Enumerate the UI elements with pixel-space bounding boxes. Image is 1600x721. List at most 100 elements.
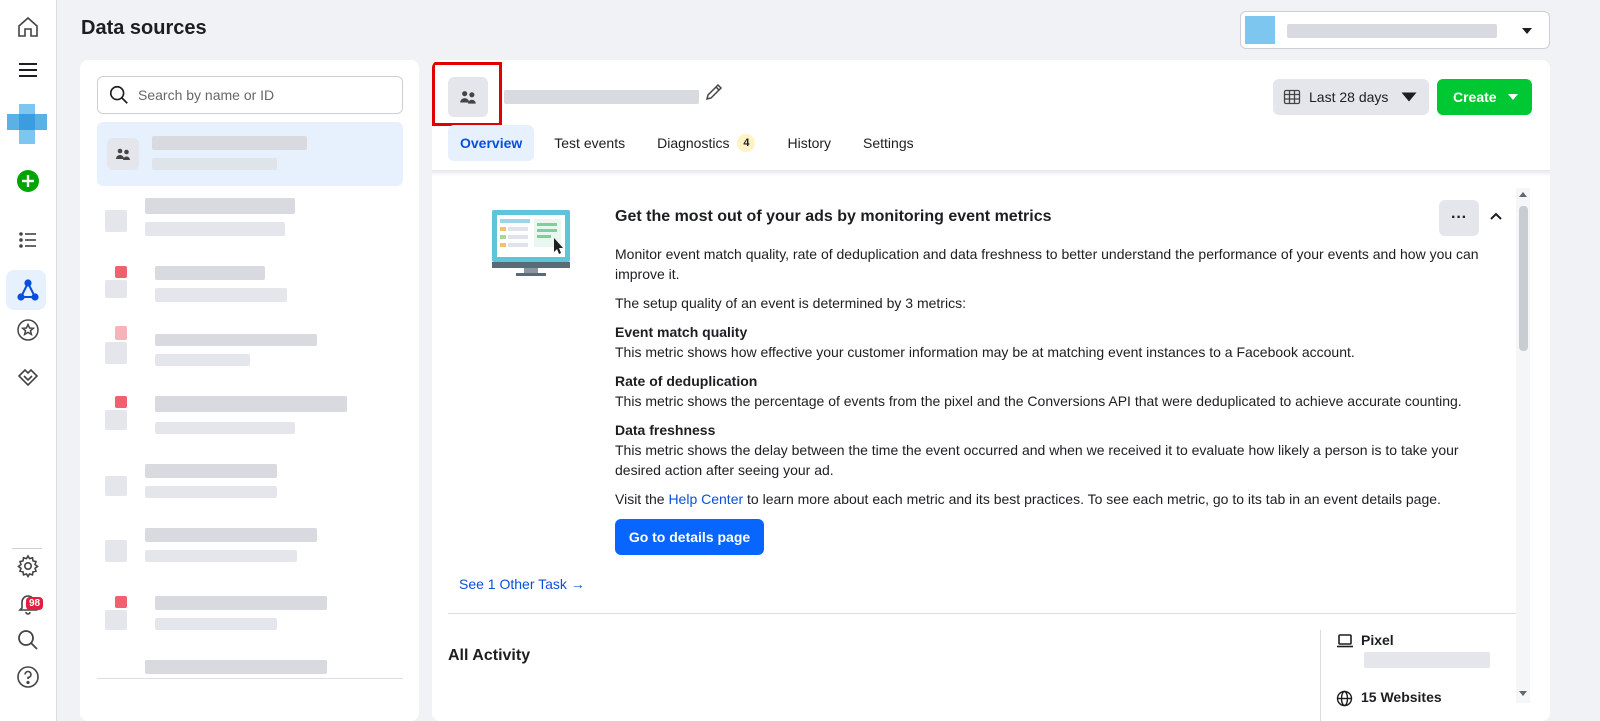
redacted-name: [155, 334, 317, 346]
redacted-name: [145, 528, 317, 542]
gear-icon[interactable]: [14, 552, 42, 580]
setup-text: The setup quality of an event is determi…: [615, 295, 966, 311]
create-button[interactable]: Create: [1437, 79, 1532, 115]
redacted-id: [152, 158, 277, 170]
account-selector[interactable]: [1240, 11, 1550, 49]
redacted-id: [155, 288, 287, 302]
star-icon[interactable]: [14, 316, 42, 344]
list-item[interactable]: [97, 388, 403, 452]
redacted-name: [155, 266, 265, 280]
redacted-icon: [105, 342, 127, 364]
redacted-name: [145, 464, 277, 478]
tab-overview[interactable]: Overview: [448, 125, 535, 161]
redacted-icon: [105, 280, 127, 298]
list-item[interactable]: [97, 190, 403, 254]
help-center-link[interactable]: Help Center: [668, 491, 743, 507]
redacted-icon: [105, 476, 127, 496]
metric-description: This metric shows the percentage of even…: [615, 393, 1462, 409]
tabs-shadow: [432, 170, 1550, 176]
create-label: Create: [1453, 89, 1497, 105]
list-bottom-divider: [97, 678, 403, 679]
card-title: Get the most out of your ads by monitori…: [615, 208, 1052, 225]
tab-bar: Overview Test events Diagnostics 4 Histo…: [448, 125, 934, 161]
activity-separator: [1320, 630, 1321, 721]
partner-icon[interactable]: [14, 362, 42, 390]
metric-data-freshness: Data freshness This metric shows the del…: [615, 420, 1515, 480]
pixel-label: Pixel: [1361, 632, 1394, 648]
home-icon[interactable]: [14, 13, 42, 41]
scroll-up-arrow[interactable]: [1519, 192, 1527, 197]
section-divider: [448, 613, 1517, 614]
scrollbar[interactable]: [1516, 188, 1530, 703]
redacted-id: [145, 550, 297, 562]
list-item[interactable]: [97, 654, 403, 678]
left-rail: 98: [0, 0, 57, 721]
more-options-button[interactable]: ···: [1439, 200, 1479, 236]
list-item[interactable]: [97, 322, 403, 386]
date-range-button[interactable]: Last 28 days: [1273, 79, 1429, 115]
monitor-illustration: [492, 210, 570, 276]
metric-title: Rate of deduplication: [615, 373, 758, 389]
rail-divider: [12, 548, 42, 549]
redacted-name: [145, 198, 295, 214]
list-icon[interactable]: [14, 226, 42, 254]
status-marker: [115, 596, 127, 608]
scroll-down-arrow[interactable]: [1519, 691, 1527, 696]
notification-badge: 98: [26, 597, 44, 610]
redacted-icon: [105, 410, 127, 430]
redacted-icon: [105, 540, 127, 562]
chevron-up-icon[interactable]: [1488, 208, 1504, 224]
help-text-prefix: Visit the: [615, 491, 669, 507]
tab-diagnostics[interactable]: Diagnostics 4: [645, 125, 767, 161]
websites-label: 15 Websites: [1361, 689, 1442, 705]
intro-line: Monitor event match quality, rate of ded…: [615, 246, 1479, 262]
tab-test-events[interactable]: Test events: [542, 125, 637, 161]
redacted-id: [145, 222, 285, 236]
list-item[interactable]: [97, 522, 403, 586]
redacted-id: [155, 618, 277, 630]
search-input[interactable]: [138, 87, 388, 103]
redacted-name: [145, 660, 327, 674]
list-item[interactable]: [97, 456, 403, 520]
redacted-icon: [105, 210, 127, 232]
redacted-icon: [105, 610, 127, 630]
add-icon[interactable]: [14, 167, 42, 195]
help-text-suffix: to learn more about each metric and its …: [743, 491, 1441, 507]
data-source-icon: [448, 77, 488, 117]
status-marker: [115, 266, 127, 278]
list-item[interactable]: [97, 256, 403, 320]
redacted-account-name: [1287, 24, 1497, 38]
redacted-pixel-id: [1364, 652, 1490, 668]
see-other-task-link[interactable]: See 1 Other Task →: [459, 576, 585, 592]
scroll-thumb[interactable]: [1519, 206, 1528, 351]
tab-history[interactable]: History: [775, 125, 843, 161]
search-icon[interactable]: [14, 626, 42, 654]
data-sources-icon[interactable]: [14, 276, 42, 304]
metric-title: Event match quality: [615, 324, 748, 340]
diagnostics-count-badge: 4: [737, 134, 756, 152]
data-source-list-panel: [80, 60, 419, 721]
help-icon[interactable]: [14, 663, 42, 691]
account-avatar[interactable]: [7, 104, 51, 144]
main-panel: Last 28 days Create Overview Test events…: [432, 60, 1550, 721]
chevron-down-icon: [1401, 92, 1417, 102]
list-item[interactable]: [97, 122, 403, 186]
metric-description: This metric shows the delay between the …: [615, 442, 1459, 458]
all-activity-title: All Activity: [448, 647, 531, 664]
tab-settings[interactable]: Settings: [851, 125, 926, 161]
redacted-id: [145, 486, 277, 498]
list-item[interactable]: [97, 588, 403, 652]
help-text: Visit the Help Center to learn more abou…: [615, 489, 1515, 509]
page-title: Data sources: [81, 17, 207, 39]
laptop-icon: [1337, 634, 1353, 648]
chevron-down-icon: [1522, 28, 1532, 34]
redacted-name: [155, 396, 347, 412]
account-avatar-small: [1245, 16, 1275, 44]
metric-event-match-quality: Event match quality This metric shows ho…: [615, 322, 1515, 362]
tab-diagnostics-label: Diagnostics: [657, 135, 730, 151]
go-to-details-button[interactable]: Go to details page: [615, 519, 764, 555]
metric-title: Data freshness: [615, 422, 716, 438]
search-field[interactable]: [97, 76, 403, 114]
pencil-icon[interactable]: [704, 82, 724, 102]
menu-icon[interactable]: [14, 56, 42, 84]
